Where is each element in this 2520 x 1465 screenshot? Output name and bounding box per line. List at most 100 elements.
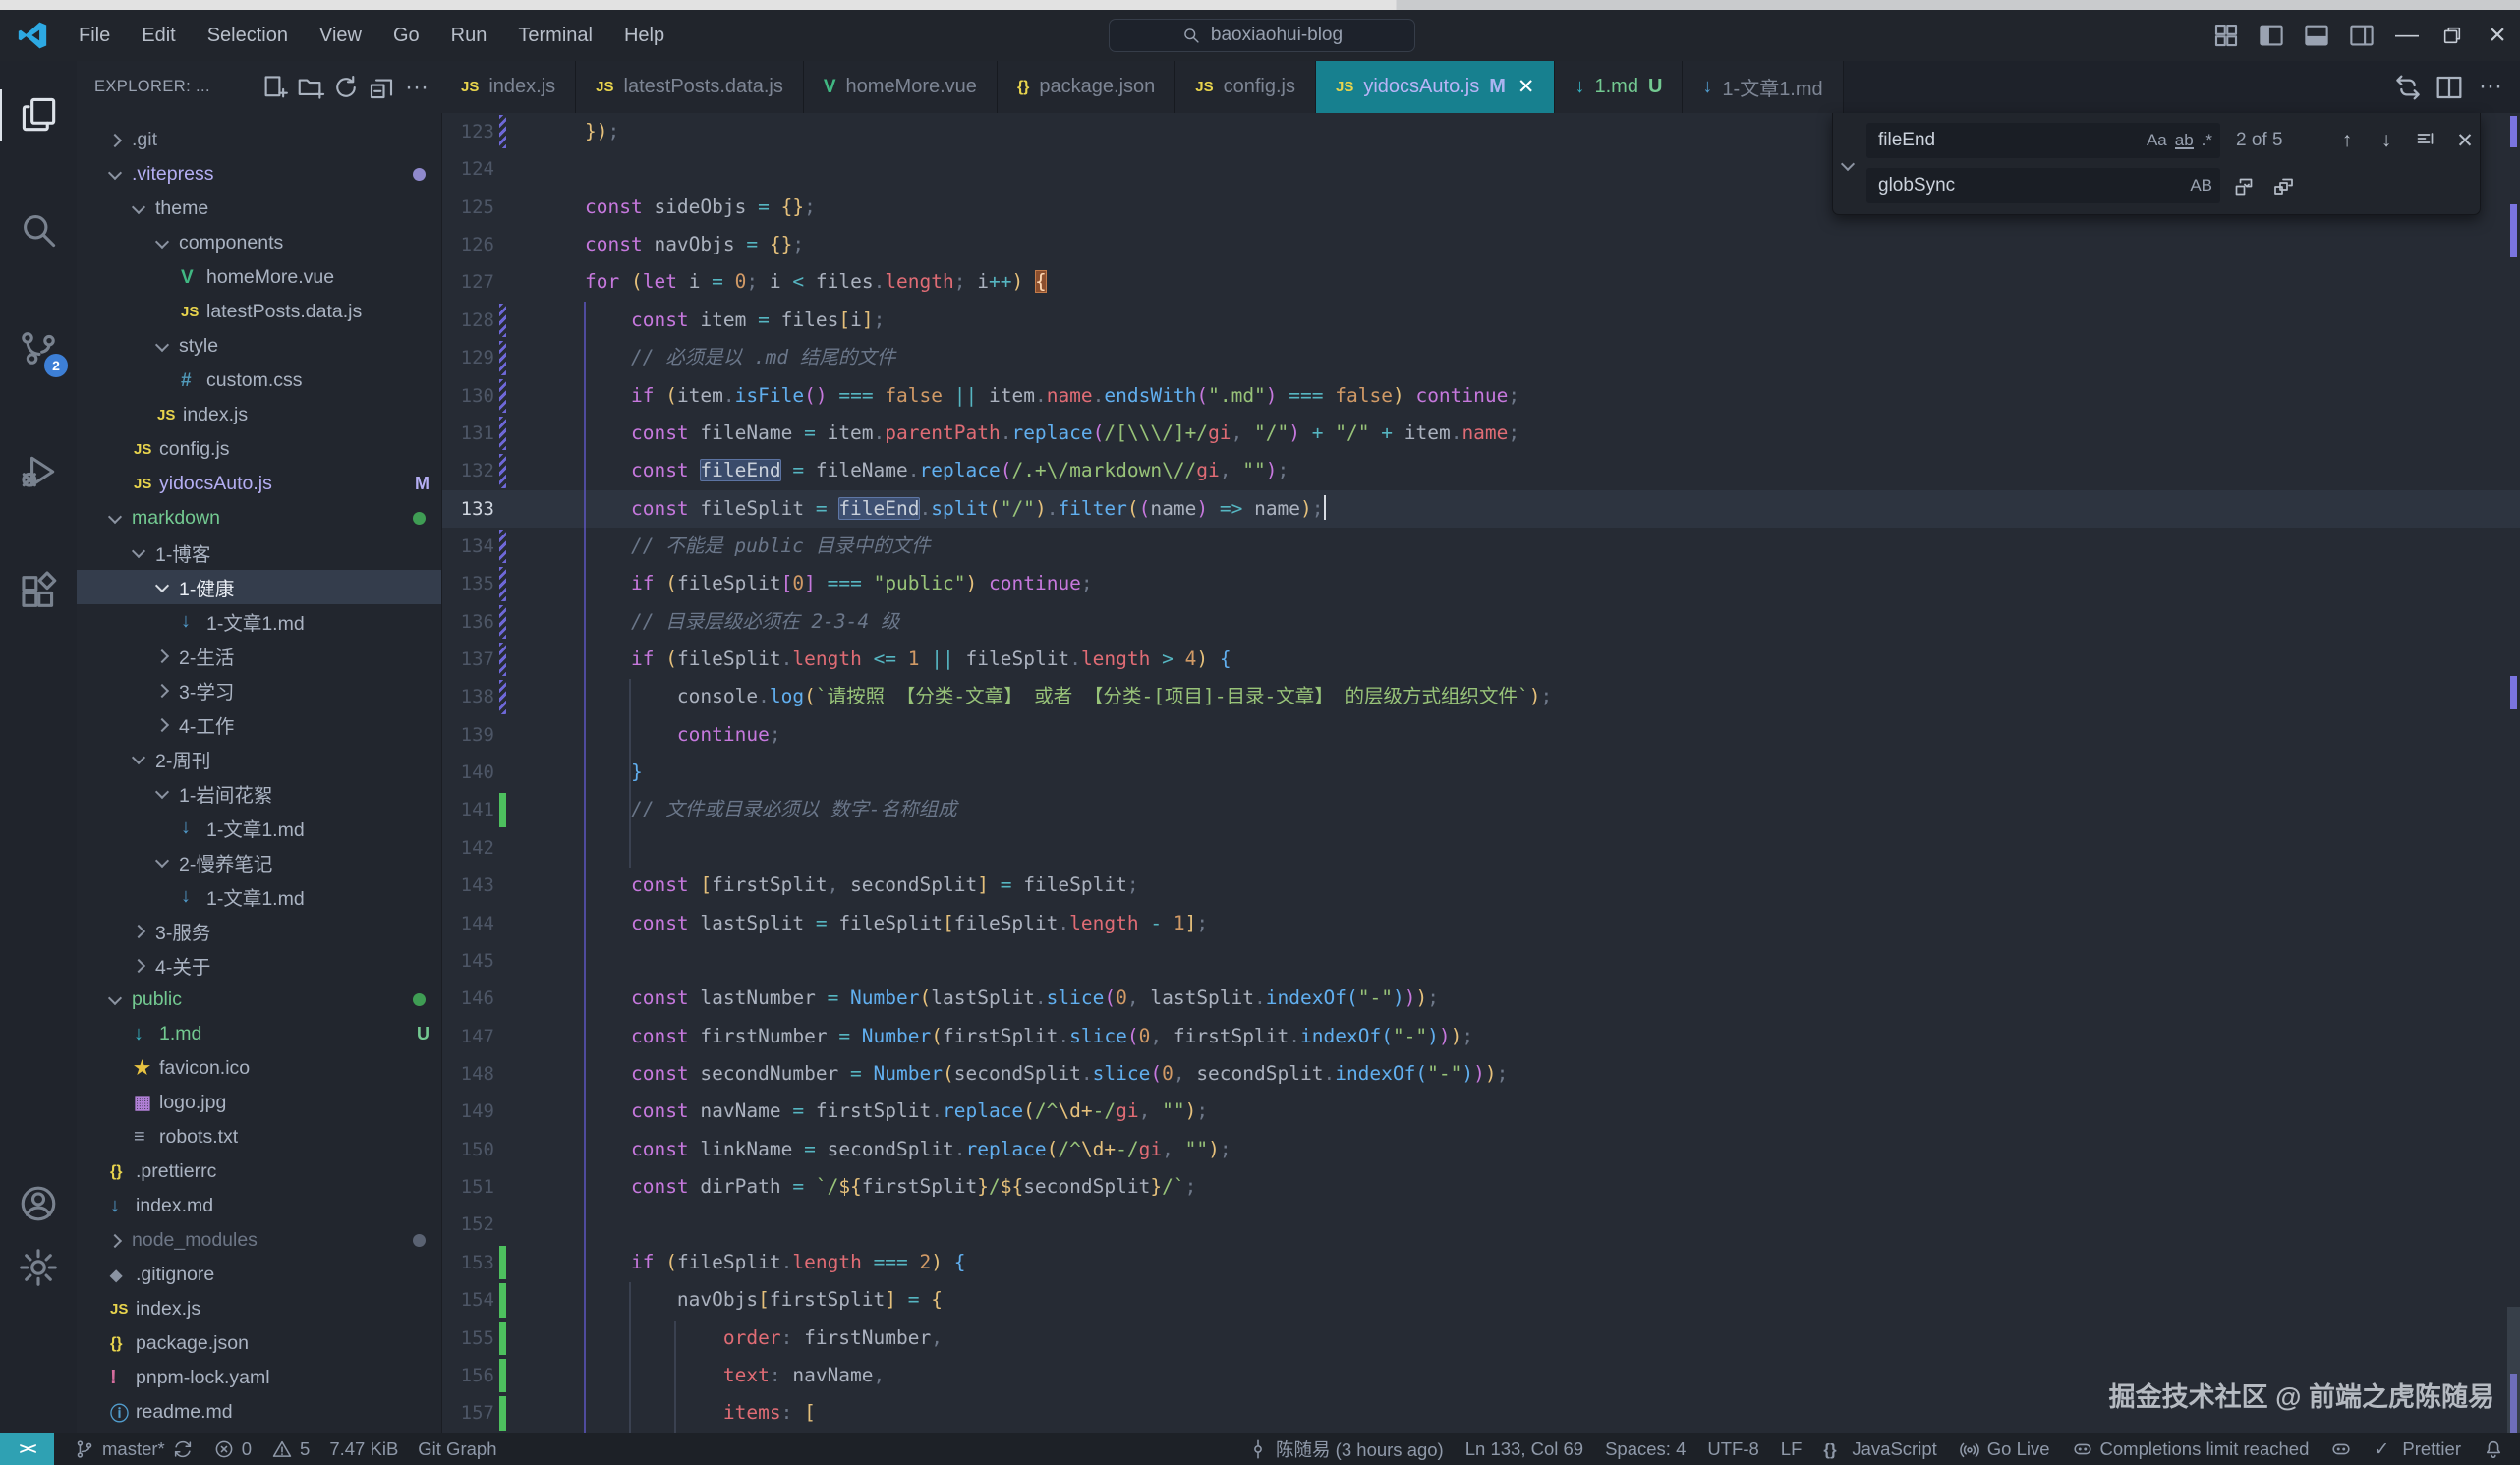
menu-go[interactable]: Go	[377, 25, 435, 46]
tab-homeMore.vue[interactable]: VhomeMore.vue	[804, 61, 998, 113]
code-line-129[interactable]: 129 // 必须是以 .md 结尾的文件	[442, 339, 2520, 376]
status-copilot-status[interactable]: Completions limit reached	[2072, 1438, 2310, 1460]
code-line-146[interactable]: 146 const lastNumber = Number(lastSplit.…	[442, 980, 2520, 1017]
status-git-graph[interactable]: Git Graph	[418, 1438, 496, 1460]
remote-indicator[interactable]: ><	[0, 1433, 54, 1465]
activity-search-icon[interactable]	[0, 204, 77, 255]
close-tab-icon[interactable]: ✕	[1518, 75, 1535, 99]
tree-item-yidocsAuto.js[interactable]: JSyidocsAuto.jsM	[77, 467, 441, 501]
tree-item-index.js[interactable]: JSindex.js	[77, 398, 441, 432]
code-line-150[interactable]: 150 const linkName = secondSplit.replace…	[442, 1131, 2520, 1168]
code-editor[interactable]: 123});124125const sideObjs = {};126const…	[441, 113, 2520, 1433]
code-line-132[interactable]: 132 const fileEnd = fileName.replace(/.+…	[442, 452, 2520, 489]
tab-yidocsAuto.js[interactable]: JSyidocsAuto.jsM✕	[1316, 61, 1555, 113]
activity-scm-icon[interactable]: 2	[0, 322, 77, 373]
code-line-148[interactable]: 148 const secondNumber = Number(secondSp…	[442, 1055, 2520, 1093]
tree-item-4-工作[interactable]: 4-工作	[77, 707, 441, 742]
tab-1-文章1.md[interactable]: ↓1-文章1.md	[1683, 61, 1843, 113]
tree-item-index.js[interactable]: JSindex.js	[77, 1292, 441, 1326]
split-editor-icon[interactable]	[2434, 72, 2465, 103]
match-case-icon[interactable]: Aa	[2147, 131, 2167, 150]
activity-files-icon[interactable]	[0, 89, 77, 141]
tree-item-theme[interactable]: theme	[77, 192, 441, 226]
tree-item-1-文章1.md[interactable]: ↓1-文章1.md	[77, 811, 441, 845]
restore-button[interactable]	[2430, 10, 2475, 61]
status-errors[interactable]: 0	[213, 1438, 252, 1460]
status-warnings[interactable]: 5	[271, 1438, 310, 1460]
code-line-155[interactable]: 155 order: firstNumber,	[442, 1320, 2520, 1357]
explorer-new-folder-icon[interactable]	[296, 73, 325, 102]
status-indentation[interactable]: Spaces: 4	[1605, 1438, 1686, 1460]
tree-item-1-文章1.md[interactable]: ↓1-文章1.md	[77, 879, 441, 914]
explorer-new-file-icon[interactable]	[260, 73, 290, 102]
tree-item-index.md[interactable]: ↓index.md	[77, 1189, 441, 1223]
tree-item-robots.txt[interactable]: ≡robots.txt	[77, 1120, 441, 1155]
customize-layout-icon[interactable]	[2211, 21, 2241, 50]
tree-item-latestPosts.data.js[interactable]: JSlatestPosts.data.js	[77, 295, 441, 329]
activity-gear-icon[interactable]	[0, 1242, 77, 1293]
close-button[interactable]: ×	[2475, 10, 2520, 61]
tree-item-4-关于[interactable]: 4-关于	[77, 948, 441, 983]
status-file-size[interactable]: 7.47 KiB	[329, 1438, 398, 1460]
tree-item-homeMore.vue[interactable]: VhomeMore.vue	[77, 260, 441, 295]
explorer-collapse-icon[interactable]	[367, 73, 396, 102]
menu-file[interactable]: File	[63, 25, 126, 46]
command-center-search[interactable]: baoxiaohui-blog	[1109, 19, 1415, 52]
code-line-138[interactable]: 138 console.log(`请按照 【分类-文章】 或者 【分类-[项目]…	[442, 678, 2520, 715]
tree-item-2-生活[interactable]: 2-生活	[77, 639, 441, 673]
explorer-refresh-icon[interactable]	[331, 73, 361, 102]
toggle-panel-icon[interactable]	[2302, 21, 2331, 50]
tree-item-markdown[interactable]: markdown	[77, 501, 441, 535]
status-encoding[interactable]: UTF-8	[1707, 1438, 1758, 1460]
toggle-secondary-sidebar-icon[interactable]	[2347, 21, 2377, 50]
whole-word-icon[interactable]: ab	[2175, 133, 2194, 149]
regex-icon[interactable]: .*	[2202, 131, 2212, 150]
status-git-branch[interactable]: master*	[74, 1438, 194, 1460]
tree-item-pnpm-lock.yaml[interactable]: !pnpm-lock.yaml	[77, 1361, 441, 1395]
menu-edit[interactable]: Edit	[126, 25, 191, 46]
status-notifications[interactable]	[2483, 1438, 2504, 1460]
code-line-141[interactable]: 141 // 文件或目录必须以 数字-名称组成	[442, 791, 2520, 828]
code-line-153[interactable]: 153 if (fileSplit.length === 2) {	[442, 1244, 2520, 1281]
status-prettier[interactable]: ✓Prettier	[2374, 1438, 2461, 1460]
code-line-133[interactable]: 133 const fileSplit = fileEnd.split("/")…	[442, 490, 2520, 528]
close-find-icon[interactable]: ✕	[2450, 126, 2480, 155]
tree-item-1-文章1.md[interactable]: ↓1-文章1.md	[77, 604, 441, 639]
code-line-142[interactable]: 142	[442, 829, 2520, 867]
code-line-152[interactable]: 152	[442, 1206, 2520, 1243]
code-line-145[interactable]: 145	[442, 942, 2520, 980]
tab-index.js[interactable]: JSindex.js	[441, 61, 576, 113]
tree-item-style[interactable]: style	[77, 329, 441, 364]
tab-latestPosts.data.js[interactable]: JSlatestPosts.data.js	[576, 61, 804, 113]
tree-item-components[interactable]: components	[77, 226, 441, 260]
status-cursor-position[interactable]: Ln 133, Col 69	[1465, 1438, 1583, 1460]
minimize-button[interactable]: —	[2384, 10, 2430, 61]
replace-input[interactable]: globSync AB	[1866, 168, 2220, 203]
replace-all-icon[interactable]	[2269, 171, 2299, 200]
tree-item-.vitepress[interactable]: .vitepress	[77, 157, 441, 192]
tree-item-custom.css[interactable]: #custom.css	[77, 364, 441, 398]
status-language-mode[interactable]: {}JavaScript	[1823, 1438, 1936, 1460]
activity-extensions-icon[interactable]	[0, 566, 77, 617]
menu-help[interactable]: Help	[608, 25, 680, 46]
code-line-143[interactable]: 143 const [firstSplit, secondSplit] = fi…	[442, 867, 2520, 904]
find-in-selection-icon[interactable]	[2411, 126, 2440, 155]
tab-config.js[interactable]: JSconfig.js	[1175, 61, 1316, 113]
code-line-131[interactable]: 131 const fileName = item.parentPath.rep…	[442, 415, 2520, 452]
code-line-149[interactable]: 149 const navName = firstSplit.replace(/…	[442, 1093, 2520, 1130]
tree-item-config.js[interactable]: JSconfig.js	[77, 432, 441, 467]
code-line-135[interactable]: 135 if (fileSplit[0] === "public") conti…	[442, 565, 2520, 602]
find-collapse-chevron-icon[interactable]	[1835, 150, 1861, 178]
code-line-137[interactable]: 137 if (fileSplit.length <= 1 || fileSpl…	[442, 641, 2520, 678]
tree-item-2-慢养笔记[interactable]: 2-慢养笔记	[77, 845, 441, 879]
open-changes-icon[interactable]	[2392, 72, 2424, 103]
code-line-126[interactable]: 126const navObjs = {};	[442, 226, 2520, 263]
activity-debug-icon[interactable]	[0, 446, 77, 497]
menu-terminal[interactable]: Terminal	[502, 25, 608, 46]
tree-item-1.md[interactable]: ↓1.mdU	[77, 1017, 441, 1051]
code-line-139[interactable]: 139 continue;	[442, 716, 2520, 754]
code-line-127[interactable]: 127for (let i = 0; i < files.length; i++…	[442, 263, 2520, 301]
code-line-154[interactable]: 154 navObjs[firstSplit] = {	[442, 1281, 2520, 1319]
activity-account-icon[interactable]	[0, 1178, 77, 1229]
previous-match-icon[interactable]: ↑	[2332, 126, 2362, 155]
